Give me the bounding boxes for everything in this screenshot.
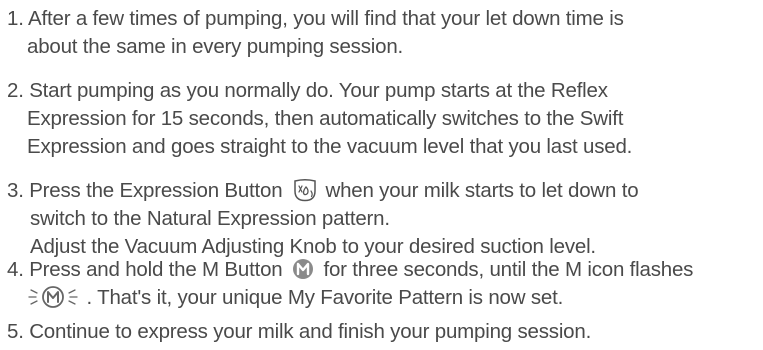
- step-4-line-2: . That's it, your unique My Favorite Pat…: [7, 284, 761, 312]
- step-2-line-3: Expression and goes straight to the vacu…: [27, 135, 633, 158]
- step-2: 2. Start pumping as you normally do. You…: [7, 77, 761, 161]
- m-button-icon: [292, 258, 314, 280]
- step-4-line-2-text: . That's it, your unique My Favorite Pat…: [86, 286, 564, 309]
- step-4-line-1: 4. Press and hold the M Button for three…: [7, 256, 761, 284]
- step-1-line-2: about the same in every pumping session.: [27, 35, 404, 58]
- step-4-text-before-icon: 4. Press and hold the M Button: [7, 258, 283, 281]
- step-3: 3. Press the Expression Button when your…: [7, 177, 761, 261]
- step-3-text-before-icon: 3. Press the Expression Button: [7, 179, 283, 202]
- expression-button-icon: [292, 177, 318, 203]
- step-3-line-2: switch to the Natural Expression pattern…: [30, 207, 390, 230]
- step-1: 1. After a few times of pumping, you wil…: [7, 5, 761, 61]
- instruction-steps: 1. After a few times of pumping, you wil…: [0, 0, 763, 350]
- step-5-line-1: 5. Continue to express your milk and fin…: [7, 320, 592, 343]
- step-4: 4. Press and hold the M Button for three…: [7, 256, 761, 312]
- step-2-line-1: 2. Start pumping as you normally do. You…: [7, 79, 608, 102]
- step-5: 5. Continue to express your milk and fin…: [7, 318, 761, 346]
- step-1-line-1: 1. After a few times of pumping, you wil…: [7, 7, 624, 30]
- step-2-line-2: Expression for 15 seconds, then automati…: [27, 107, 624, 130]
- step-3-line-1: 3. Press the Expression Button when your…: [7, 177, 761, 205]
- m-flashing-icon: [27, 283, 79, 311]
- step-4-text-after-icon: for three seconds, until the M icon flas…: [323, 258, 694, 281]
- step-3-text-after-icon: when your milk starts to let down to: [325, 179, 639, 202]
